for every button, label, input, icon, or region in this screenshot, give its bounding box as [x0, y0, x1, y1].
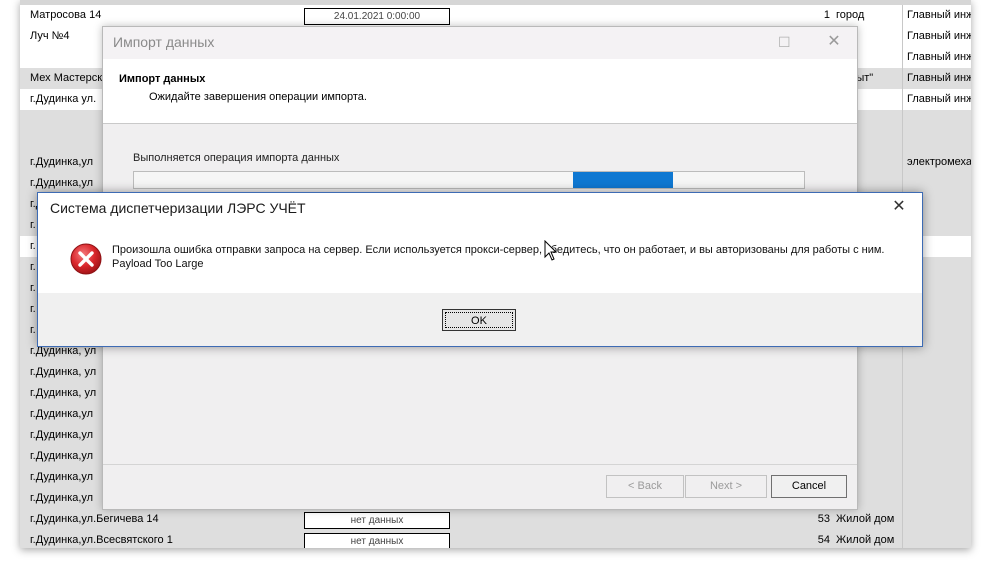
position-cell	[902, 404, 971, 425]
position-cell: Главный инж	[902, 47, 971, 68]
ok-button[interactable]: OK	[442, 309, 516, 331]
number-cell: 53	[817, 513, 830, 525]
date-cell: 24.01.2021 0:00:00	[304, 8, 450, 25]
import-dialog-titlebar[interactable]: Импорт данных ☐ ✕	[103, 27, 857, 59]
header-title: Импорт данных	[119, 73, 206, 85]
progress-marquee	[572, 172, 674, 188]
import-dialog-title: Импорт данных	[113, 34, 215, 50]
position-cell	[902, 446, 971, 467]
maximize-icon[interactable]: ☐	[778, 35, 792, 49]
position-cell	[902, 467, 971, 488]
number-cell: 54	[817, 534, 830, 546]
position-cell	[902, 509, 971, 530]
cancel-button[interactable]: Cancel	[771, 475, 847, 498]
position-cell	[902, 131, 971, 152]
error-icon	[70, 243, 102, 275]
table-row[interactable]: г.Дудинка,ул.Бегичева 14 нет данных 53 Жило…	[20, 509, 971, 530]
type-cell: Жилой дом	[836, 534, 895, 546]
progress-bar	[133, 171, 805, 189]
address-cell: Матросова 14	[30, 9, 102, 21]
ok-button-label: OK	[471, 315, 487, 327]
error-dialog: Система диспетчеризации ЛЭРС УЧЁТ ✕ Прои…	[37, 192, 923, 347]
table-row[interactable]: Матросова 14 24.01.2021 0:00:00 1 город Глав…	[20, 5, 971, 26]
position-cell	[902, 488, 971, 509]
position-cell	[902, 530, 971, 548]
header-subtitle: Ожидайте завершения операции импорта.	[149, 91, 367, 103]
position-cell	[902, 383, 971, 404]
error-dialog-title: Система диспетчеризации ЛЭРС УЧЁТ	[50, 200, 306, 216]
type-cell: город	[836, 9, 865, 21]
position-cell	[902, 362, 971, 383]
position-cell: электромеха	[902, 152, 971, 173]
position-cell	[902, 173, 971, 194]
back-button[interactable]: < Back	[606, 475, 684, 498]
address-cell: г.Дудинка,ул.Бегичева 14	[30, 513, 159, 525]
error-message: Произошла ошибка отправки запроса на сер…	[112, 244, 885, 256]
position-cell: Главный инж	[902, 5, 971, 26]
number-cell: 1	[823, 9, 830, 21]
error-dialog-titlebar[interactable]: Система диспетчеризации ЛЭРС УЧЁТ ✕	[38, 193, 922, 223]
address-cell: г.Дудинка,ул.Всесвятского 1	[30, 534, 173, 546]
type-cell: Жилой дом	[836, 513, 895, 525]
import-dialog-header: Импорт данных Ожидайте завершения операц…	[103, 59, 857, 124]
footer-divider	[103, 464, 857, 465]
table-row[interactable]: г.Дудинка,ул.Всесвятского 1 нет данных 54 Ж…	[20, 530, 971, 548]
date-cell: нет данных	[304, 512, 450, 529]
date-cell: нет данных	[304, 533, 450, 548]
position-cell: Главный инж	[902, 68, 971, 89]
position-cell: Главный инж	[902, 26, 971, 47]
close-icon[interactable]: ✕	[825, 33, 843, 51]
operation-label: Выполняется операция импорта данных	[133, 152, 340, 164]
next-button[interactable]: Next >	[685, 475, 767, 498]
error-dialog-content: Произошла ошибка отправки запроса на сер…	[38, 223, 922, 293]
position-cell: Главный инж	[902, 89, 971, 110]
mouse-cursor-icon	[544, 240, 558, 261]
error-detail: Payload Too Large	[112, 258, 204, 270]
position-cell	[902, 110, 971, 131]
close-icon[interactable]: ✕	[889, 197, 909, 217]
position-cell	[902, 425, 971, 446]
